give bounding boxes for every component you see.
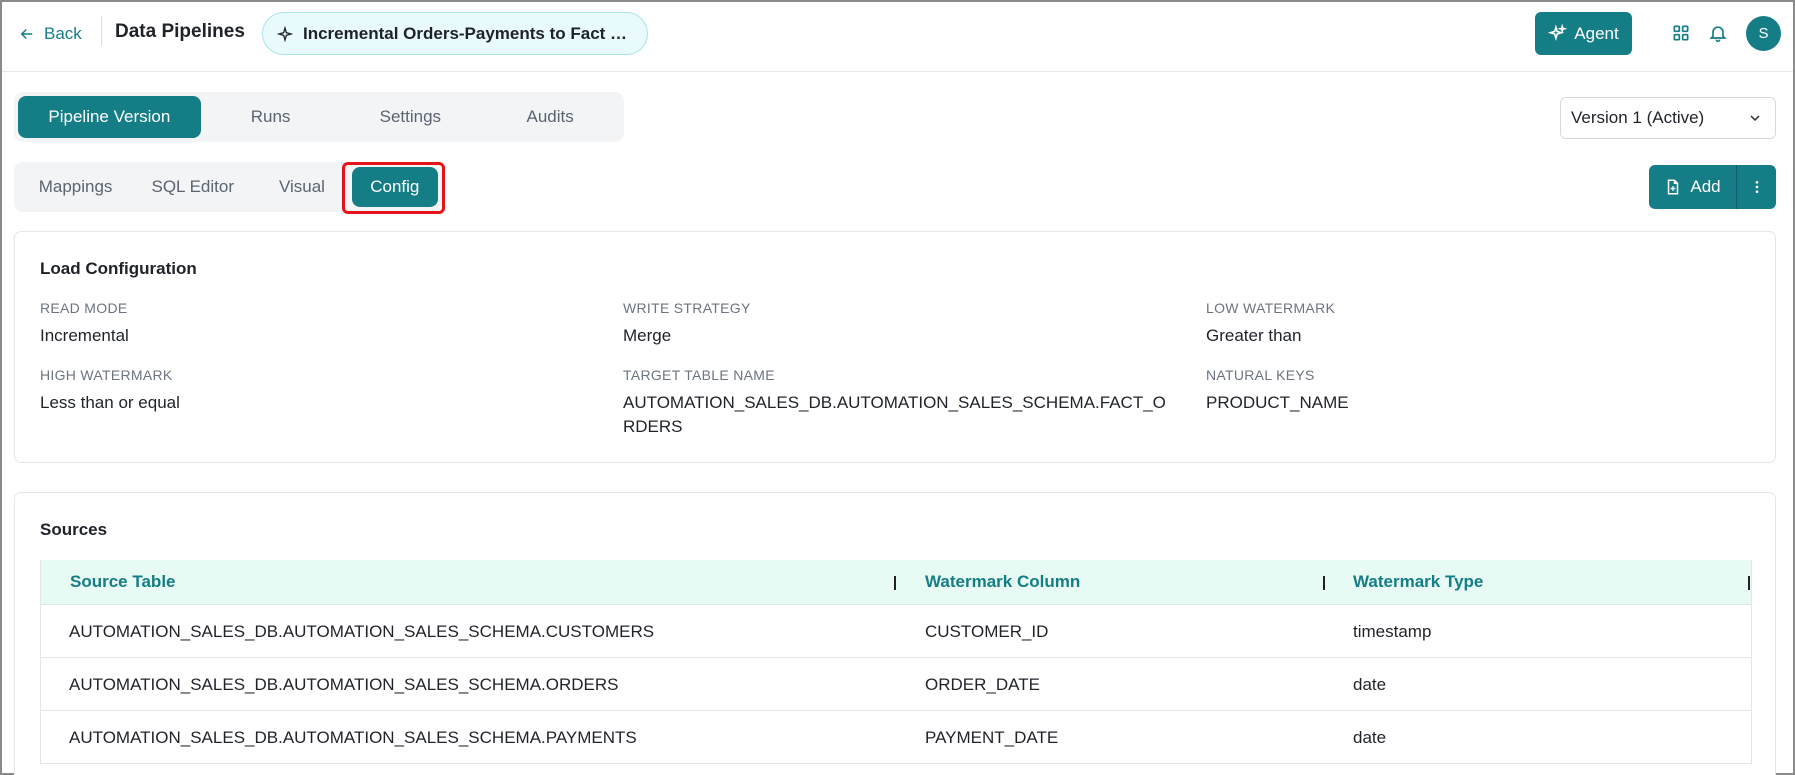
back-button[interactable]: Back — [18, 22, 82, 46]
file-plus-icon — [1668, 179, 1679, 195]
cell-watermark-type: date — [1353, 728, 1387, 747]
cell-watermark-type: date — [1353, 675, 1387, 694]
cell-watermark-column: CUSTOMER_ID — [925, 622, 1049, 641]
tab-settings[interactable]: Settings — [340, 96, 480, 138]
field-value: PRODUCT_NAME — [1206, 393, 1349, 412]
sparkle-icon — [277, 25, 293, 42]
pipeline-name: Incremental Orders-Payments to Fact O... — [303, 23, 633, 43]
column-resize-handle[interactable] — [1323, 576, 1325, 590]
field-label: TARGET TABLE NAME — [623, 367, 775, 383]
agent-label: Agent — [1574, 23, 1619, 43]
high-watermark-field: HIGH WATERMARK Less than or equal — [40, 367, 600, 415]
column-resize-handle[interactable] — [1748, 576, 1750, 590]
field-value: Less than or equal — [40, 393, 180, 412]
divider — [101, 16, 102, 46]
load-configuration-card: Load Configuration READ MODE Incremental… — [14, 231, 1776, 463]
field-label: HIGH WATERMARK — [40, 367, 173, 383]
page-title: Data Pipelines — [115, 21, 245, 42]
target-table-name-field: TARGET TABLE NAME AUTOMATION_SALES_DB.AU… — [623, 367, 1183, 439]
tab-visual[interactable]: Visual — [252, 167, 351, 207]
avatar[interactable]: S — [1746, 16, 1781, 51]
sources-table: Source Table Watermark Column Watermark … — [40, 560, 1752, 764]
column-header-watermark-type[interactable]: Watermark Type — [1353, 572, 1483, 592]
cell-source-table: AUTOMATION_SALES_DB.AUTOMATION_SALES_SCH… — [69, 622, 655, 641]
write-strategy-field: WRITE STRATEGY Merge — [623, 300, 1183, 348]
chevron-down-icon — [1750, 115, 1760, 121]
version-select[interactable]: Version 1 (Active) — [1560, 97, 1776, 139]
load-configuration-title: Load Configuration — [40, 259, 197, 278]
tab-audits[interactable]: Audits — [480, 96, 620, 138]
arrow-left-icon — [20, 28, 33, 40]
tab-pipeline-version[interactable]: Pipeline Version — [18, 96, 201, 138]
more-options-button[interactable] — [1737, 165, 1776, 209]
field-value: Merge — [623, 326, 672, 345]
secondary-tabs: Mappings SQL Editor Visual Config — [14, 162, 442, 212]
field-label: LOW WATERMARK — [1206, 300, 1336, 316]
sources-card: Sources Source Table Watermark Column Wa… — [14, 492, 1776, 775]
cell-source-table: AUTOMATION_SALES_DB.AUTOMATION_SALES_SCH… — [69, 728, 637, 747]
read-mode-field: READ MODE Incremental — [40, 300, 600, 348]
field-value: Incremental — [40, 326, 129, 345]
tab-sql-editor[interactable]: SQL Editor — [133, 167, 252, 207]
natural-keys-field: NATURAL KEYS PRODUCT_NAME — [1206, 367, 1766, 415]
column-header-watermark-column[interactable]: Watermark Column — [925, 572, 1080, 592]
field-label: READ MODE — [40, 300, 128, 316]
primary-tabs: Pipeline Version Runs Settings Audits — [14, 92, 624, 142]
cell-source-table: AUTOMATION_SALES_DB.AUTOMATION_SALES_SCH… — [69, 675, 619, 694]
table-row[interactable]: AUTOMATION_SALES_DB.AUTOMATION_SALES_SCH… — [41, 711, 1751, 764]
tab-mappings[interactable]: Mappings — [18, 167, 133, 207]
cell-watermark-column: PAYMENT_DATE — [925, 728, 1059, 747]
add-button-group: Add — [1649, 165, 1776, 209]
field-value: AUTOMATION_SALES_DB.AUTOMATION_SALES_SCH… — [623, 393, 1166, 436]
top-bar: Back Data Pipelines Incremental Orders-P… — [2, 2, 1793, 72]
pipeline-name-chip[interactable]: Incremental Orders-Payments to Fact O... — [262, 12, 648, 55]
table-header: Source Table Watermark Column Watermark … — [41, 560, 1751, 605]
sparkles-icon — [1548, 24, 1568, 42]
low-watermark-field: LOW WATERMARK Greater than — [1206, 300, 1766, 348]
cell-watermark-column: ORDER_DATE — [925, 675, 1040, 694]
add-label: Add — [1690, 177, 1721, 196]
field-label: NATURAL KEYS — [1206, 367, 1315, 383]
agent-button[interactable]: Agent — [1535, 12, 1632, 55]
sources-title: Sources — [40, 520, 108, 539]
cell-watermark-type: timestamp — [1353, 622, 1432, 641]
apps-grid-icon[interactable] — [1670, 22, 1692, 44]
field-label: WRITE STRATEGY — [623, 300, 751, 316]
tab-runs[interactable]: Runs — [201, 96, 341, 138]
column-header-source-table[interactable]: Source Table — [70, 572, 176, 592]
more-vertical-icon — [1755, 181, 1758, 193]
bell-icon[interactable] — [1707, 22, 1729, 44]
tab-config[interactable]: Config — [351, 167, 439, 207]
add-button[interactable]: Add — [1649, 165, 1737, 209]
field-value: Greater than — [1206, 326, 1302, 345]
table-row[interactable]: AUTOMATION_SALES_DB.AUTOMATION_SALES_SCH… — [41, 658, 1751, 711]
column-resize-handle[interactable] — [894, 576, 896, 590]
version-select-value: Version 1 (Active) — [1571, 108, 1705, 127]
back-label: Back — [44, 24, 82, 43]
table-row[interactable]: AUTOMATION_SALES_DB.AUTOMATION_SALES_SCH… — [41, 605, 1751, 658]
